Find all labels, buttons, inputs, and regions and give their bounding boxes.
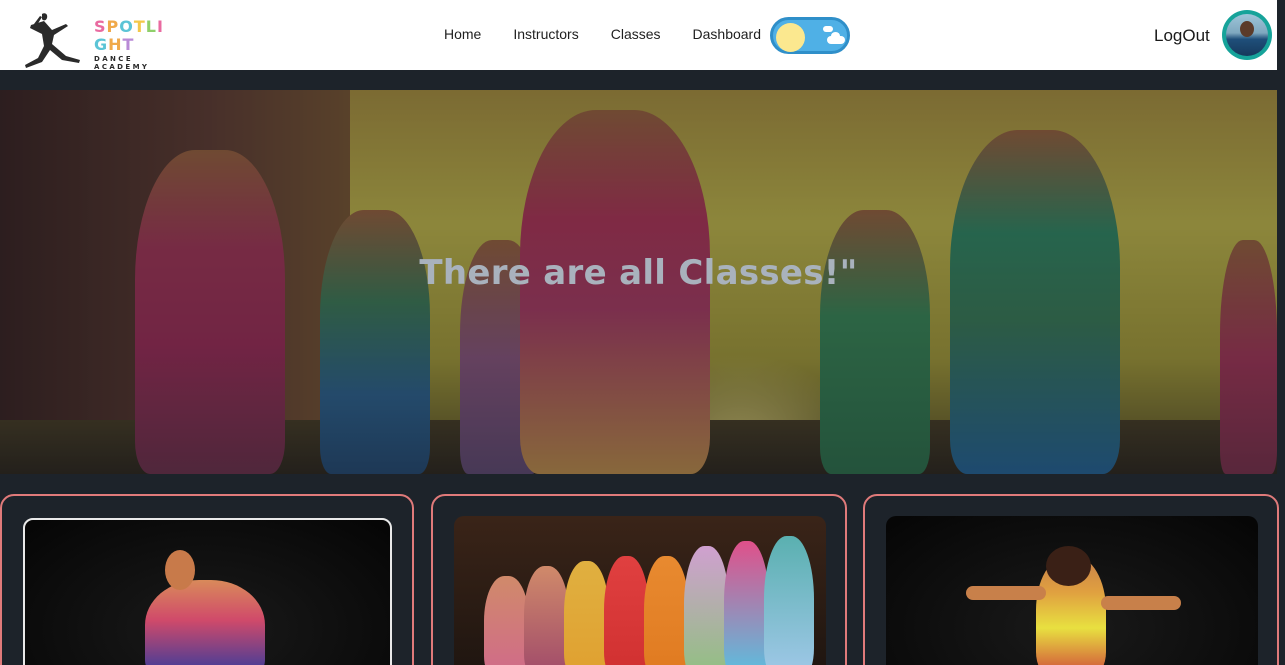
brand-name-letter: I (157, 17, 164, 36)
class-card[interactable] (431, 494, 847, 665)
brand-name-letter: T (122, 35, 135, 54)
user-avatar[interactable] (1222, 10, 1272, 60)
sun-icon (776, 23, 805, 52)
brand-logo[interactable]: SPOTLI GHT DANCE ACADEMY (22, 10, 172, 72)
brand-name-letter: P (106, 17, 120, 36)
class-card-image (454, 516, 826, 665)
class-card[interactable] (863, 494, 1279, 665)
brand-name-letter: S (94, 17, 107, 36)
class-card-image (886, 516, 1258, 665)
nav-instructors-link[interactable]: Instructors (513, 24, 578, 44)
main-nav: Home Instructors Classes Dashboard (444, 24, 793, 44)
brand-name-letter: G (94, 35, 109, 54)
logout-button[interactable]: LogOut (1154, 26, 1210, 46)
dancer-silhouette-icon (25, 13, 80, 68)
nav-dashboard-link[interactable]: Dashboard (693, 24, 762, 44)
class-card[interactable] (0, 494, 414, 665)
hero-banner: There are all Classes!" (0, 90, 1277, 474)
navbar: SPOTLI GHT DANCE ACADEMY Home Instructors… (0, 0, 1277, 72)
brand-name-letter: O (119, 17, 134, 36)
theme-toggle[interactable] (770, 17, 850, 54)
brand-name-letter: H (108, 35, 123, 54)
brand-name-letter: L (145, 17, 157, 36)
brand-name: SPOTLI GHT (94, 18, 172, 54)
brand-subtitle: DANCE ACADEMY (94, 55, 150, 71)
hero-title: There are all Classes!" (419, 253, 858, 293)
brand-name-letter: T (133, 17, 146, 36)
class-card-image (23, 518, 392, 665)
brand-wordmark: SPOTLI GHT DANCE ACADEMY (94, 18, 172, 72)
nav-classes-link[interactable]: Classes (611, 24, 661, 44)
avatar-photo (1226, 14, 1268, 56)
nav-home-link[interactable]: Home (444, 24, 481, 44)
